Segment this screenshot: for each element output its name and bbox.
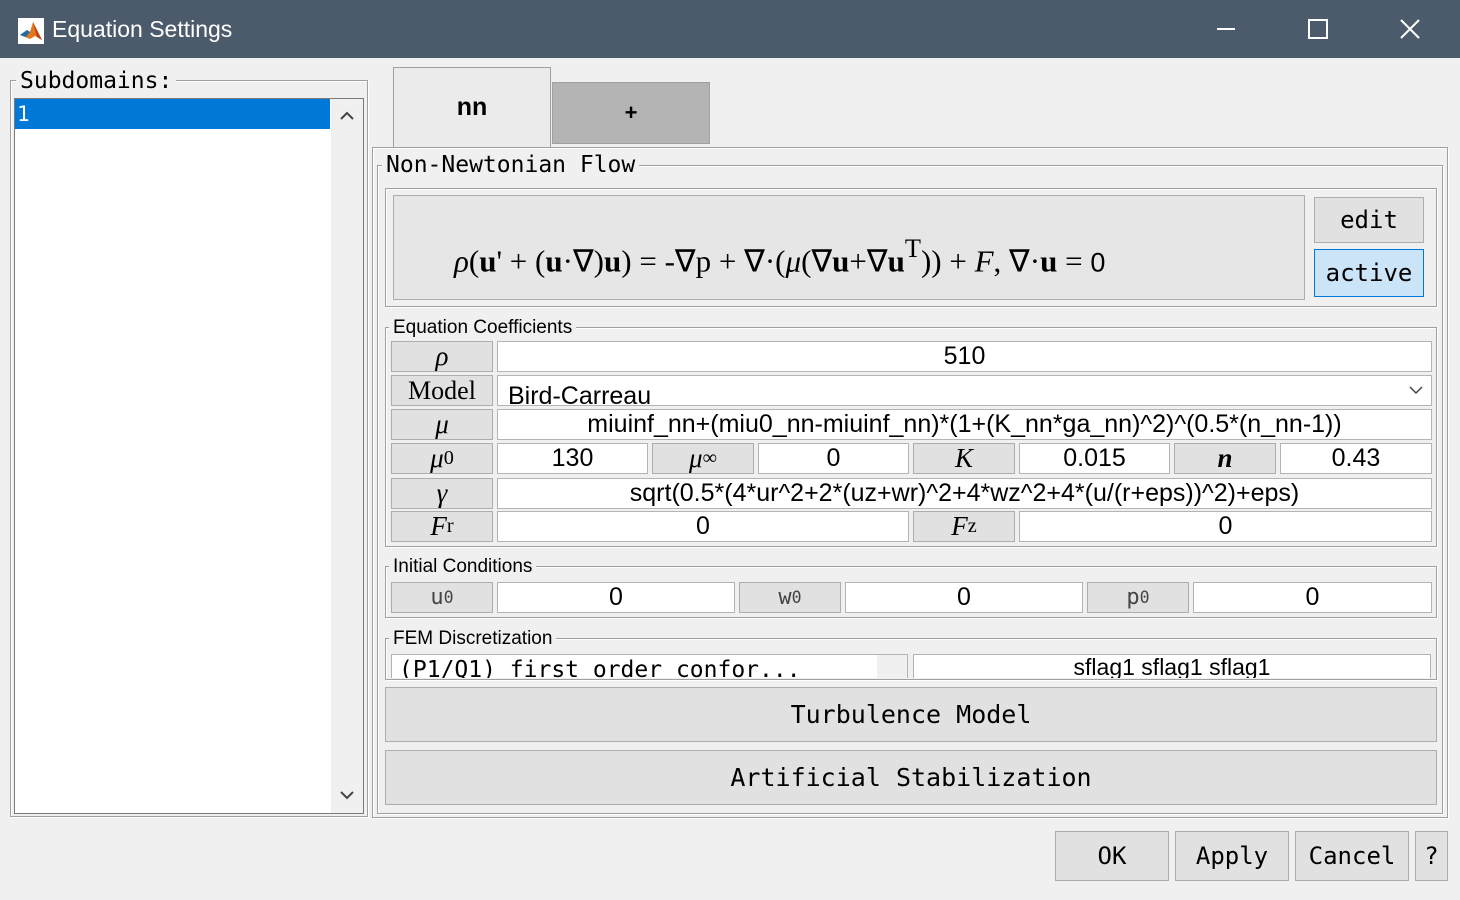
rho-field[interactable]: 510 (497, 341, 1432, 372)
fr-label: Fr (391, 511, 493, 542)
window-title: Equation Settings (52, 16, 233, 42)
active-button[interactable]: active (1314, 249, 1424, 297)
gamma-label: γ (391, 478, 493, 509)
subdomains-legend: Subdomains: (16, 68, 177, 94)
equation-display: ρ(u' + (u·∇)u) = -∇p + ∇·(μ(∇u+∇uT)) + F… (393, 195, 1305, 300)
fem-flags-field[interactable]: sflag1 sflag1 sflag1 (913, 654, 1431, 678)
k-label: K (913, 443, 1015, 474)
rho-label: ρ (391, 341, 493, 372)
close-icon (1400, 19, 1420, 39)
maximize-icon (1308, 19, 1328, 39)
ok-button[interactable]: OK (1055, 831, 1169, 881)
tab-add[interactable]: + (552, 82, 710, 144)
mu0-field[interactable]: 130 (497, 443, 648, 474)
fem-dropdown-button[interactable] (877, 655, 907, 678)
matlab-app-icon (18, 18, 44, 44)
fz-label: Fz (913, 511, 1015, 542)
subdomain-listbox[interactable] (14, 98, 364, 814)
tab-nn[interactable]: nn (393, 67, 551, 147)
p0-label: p0 (1087, 582, 1189, 613)
fem-element-select[interactable]: (P1/Q1) first order confor... (391, 654, 908, 678)
maximize-button[interactable] (1272, 0, 1364, 58)
w0-label: w0 (739, 582, 841, 613)
muinf-field[interactable]: 0 (758, 443, 909, 474)
fem-legend: FEM Discretization (389, 628, 557, 650)
subdomain-scrollbar[interactable] (331, 99, 363, 813)
model-value: Bird-Carreau (508, 382, 652, 406)
model-select[interactable]: Bird-Carreau (497, 375, 1432, 406)
fem-element-value: (P1/Q1) first order confor... (399, 657, 801, 678)
muinf-label: μ ∞ (652, 443, 754, 474)
cancel-button[interactable]: Cancel (1295, 831, 1409, 881)
edit-button[interactable]: edit (1314, 197, 1424, 243)
fr-field[interactable]: 0 (497, 511, 909, 542)
u0-field[interactable]: 0 (497, 582, 735, 613)
mu-field[interactable]: miuinf_nn+(miu0_nn-miuinf_nn)*(1+(K_nn*g… (497, 409, 1432, 440)
n-field[interactable]: 0.43 (1280, 443, 1432, 474)
help-button[interactable]: ? (1415, 831, 1448, 881)
coefficients-legend: Equation Coefficients (389, 317, 577, 339)
mu-label: μ (391, 409, 493, 440)
fz-field[interactable]: 0 (1019, 511, 1432, 542)
minimize-icon (1217, 28, 1235, 30)
n-label: n (1174, 443, 1276, 474)
equation-formula: ρ(u' + (u·∇)u) = -∇p + ∇·(μ(∇u+∇uT)) + F… (454, 234, 1106, 279)
k-field[interactable]: 0.015 (1019, 443, 1170, 474)
initial-conditions-legend: Initial Conditions (389, 556, 537, 578)
subdomain-item-1[interactable]: 1 (15, 99, 330, 129)
scroll-down-icon[interactable] (340, 790, 354, 800)
model-dropdown-button[interactable] (1400, 376, 1431, 405)
non-newtonian-legend: Non-Newtonian Flow (382, 152, 640, 178)
p0-field[interactable]: 0 (1193, 582, 1432, 613)
gamma-field[interactable]: sqrt(0.5*(4*ur^2+2*(uz+wr)^2+4*wz^2+4*(u… (497, 478, 1432, 509)
scroll-up-icon[interactable] (340, 111, 354, 121)
close-button[interactable] (1364, 0, 1456, 58)
model-label: Model (391, 375, 493, 406)
mu0-label: μ0 (391, 443, 493, 474)
minimize-button[interactable] (1180, 0, 1272, 58)
w0-field[interactable]: 0 (845, 582, 1083, 613)
chevron-down-icon (1408, 386, 1423, 395)
chevron-down-icon (886, 677, 898, 678)
fem-flags-value: sflag1 sflag1 sflag1 (1073, 654, 1271, 678)
title-bar: Equation Settings (0, 0, 1460, 58)
turbulence-model-button[interactable]: Turbulence Model (385, 687, 1437, 742)
u0-label: u0 (391, 582, 493, 613)
apply-button[interactable]: Apply (1175, 831, 1289, 881)
artificial-stabilization-button[interactable]: Artificial Stabilization (385, 750, 1437, 805)
